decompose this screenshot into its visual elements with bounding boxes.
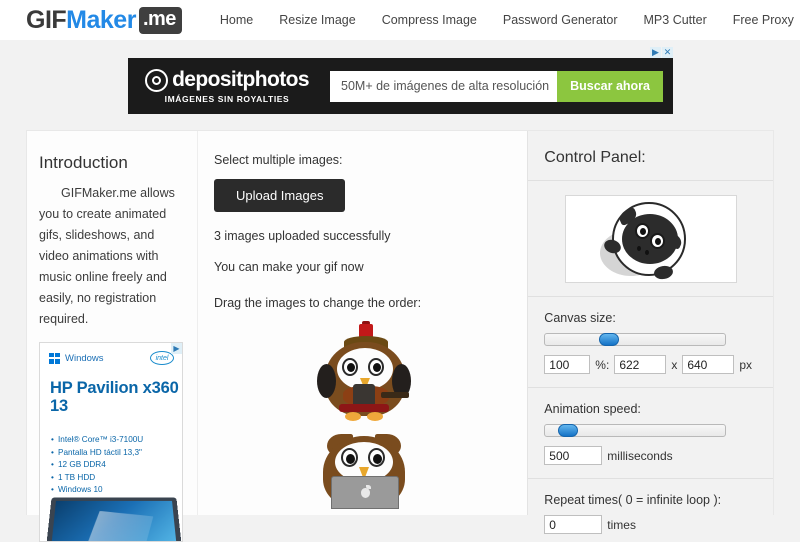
site-header: GIF Maker .me Home Resize Image Compress … [0, 0, 800, 40]
main-navigation: Home Resize Image Compress Image Passwor… [220, 13, 800, 27]
introduction-column: Introduction GIFMaker.me allows you to c… [27, 131, 198, 542]
ad-spec-item: Pantalla HD táctil 13,3" [51, 447, 182, 460]
canvas-size-slider-knob[interactable] [599, 333, 620, 346]
ad-os-label: Windows [65, 352, 104, 364]
animation-speed-label: Animation speed: [544, 402, 641, 416]
introduction-title: Introduction [39, 153, 128, 172]
canvas-width-input[interactable] [614, 355, 667, 374]
nav-item-mp3-cutter[interactable]: MP3 Cutter [644, 13, 707, 27]
sidebar-advertisement[interactable]: ▶ Windows intel HP Pavilion x360 13 Inte… [39, 342, 183, 542]
ad-search-text[interactable]: 50M+ de imágenes de alta resolución [330, 70, 558, 102]
canvas-size-section: Canvas size: %: x px [528, 297, 773, 374]
owl-with-fez-thumbnail[interactable] [315, 321, 413, 424]
introduction-body: GIFMaker.me allows you to create animate… [39, 186, 175, 326]
ad-spec-list: Intel® Core™ i3-7100U Pantalla HD táctil… [40, 428, 182, 497]
animation-speed-unit: milliseconds [607, 448, 673, 463]
upload-images-button[interactable]: Upload Images [214, 179, 346, 212]
animation-speed-slider[interactable] [544, 424, 727, 437]
logo-text-maker: Maker [66, 5, 136, 34]
repeat-times-section: Repeat times( 0 = infinite loop ): times [528, 479, 773, 534]
drag-order-hint: Drag the images to change the order: [214, 296, 422, 310]
depositphotos-logo: depositphotos IMÁGENES SIN ROYALTIES [138, 68, 316, 104]
windows-icon [49, 352, 60, 364]
ad-spec-item: 1 TB HDD [51, 472, 182, 485]
ad-product-title: HP Pavilion x360 13 [50, 379, 179, 415]
repeat-times-input[interactable] [544, 515, 603, 534]
adchoices-triangle-icon[interactable]: ▶ [171, 343, 182, 354]
canvas-size-unit: px [739, 357, 752, 372]
canvas-size-separator: x [671, 357, 678, 372]
ad-tagline: IMÁGENES SIN ROYALTIES [164, 94, 290, 104]
nav-item-free-proxy[interactable]: Free Proxy [733, 13, 794, 27]
control-panel-title: Control Panel: [544, 149, 646, 166]
animation-speed-input[interactable] [544, 446, 603, 465]
ad-brand-name: depositphotos [172, 68, 309, 91]
animation-speed-section: Animation speed: milliseconds [528, 388, 773, 465]
nav-item-home[interactable]: Home [220, 13, 253, 27]
nav-item-password-generator[interactable]: Password Generator [503, 13, 618, 27]
control-panel-column: Control Panel: Canvas size: 100 %: 622 x… [528, 131, 773, 534]
ad-spec-item: Windows 10 [51, 484, 182, 497]
sheep-preview-image [564, 195, 737, 283]
thumbnail-list [214, 321, 514, 519]
ad-search-button[interactable]: Buscar ahora [557, 70, 663, 102]
ad-search-widget[interactable]: 50M+ de imágenes de alta resolución Busc… [330, 70, 663, 102]
owl-with-laptop-thumbnail[interactable] [315, 434, 413, 509]
select-images-label: Select multiple images: [214, 153, 343, 167]
adchoices-triangle-icon[interactable]: ▶ [650, 47, 661, 58]
animation-speed-slider-knob[interactable] [557, 424, 578, 437]
preview-section [528, 181, 773, 283]
logo-text-me: .me [138, 6, 182, 34]
ready-message: You can make your gif now [214, 260, 364, 274]
top-advertisement[interactable]: ▶ ✕ depositphotos IMÁGENES SIN ROYALTIES… [128, 47, 673, 114]
introduction-text: GIFMaker.me allows you to create animate… [39, 183, 183, 330]
canvas-size-slider[interactable] [544, 333, 727, 346]
site-logo[interactable]: GIF Maker .me [26, 6, 182, 35]
laptop-product-image [43, 497, 182, 541]
repeat-times-unit: times [607, 517, 636, 532]
upload-column: Select multiple images: Upload Images 3 … [198, 131, 529, 515]
ad-spec-item: Intel® Core™ i3-7100U [51, 434, 182, 447]
ad-spec-item: 12 GB DDR4 [51, 459, 182, 472]
close-icon[interactable]: ✕ [662, 47, 673, 58]
nav-item-resize-image[interactable]: Resize Image [279, 13, 355, 27]
camera-icon [145, 68, 169, 92]
nav-item-compress-image[interactable]: Compress Image [382, 13, 477, 27]
ad-banner-body[interactable]: depositphotos IMÁGENES SIN ROYALTIES 50M… [128, 58, 673, 114]
canvas-percent-input[interactable] [544, 355, 591, 374]
content-panel: Introduction GIFMaker.me allows you to c… [26, 130, 774, 542]
canvas-percent-unit: %: [595, 357, 610, 372]
logo-text-gif: GIF [26, 5, 67, 34]
canvas-height-input[interactable] [682, 355, 735, 374]
ad-choices-controls[interactable]: ▶ ✕ [650, 47, 673, 58]
canvas-size-label: Canvas size: [544, 311, 616, 325]
upload-status-message: 3 images uploaded successfully [214, 229, 391, 243]
repeat-times-label: Repeat times( 0 = infinite loop ): [544, 493, 722, 507]
